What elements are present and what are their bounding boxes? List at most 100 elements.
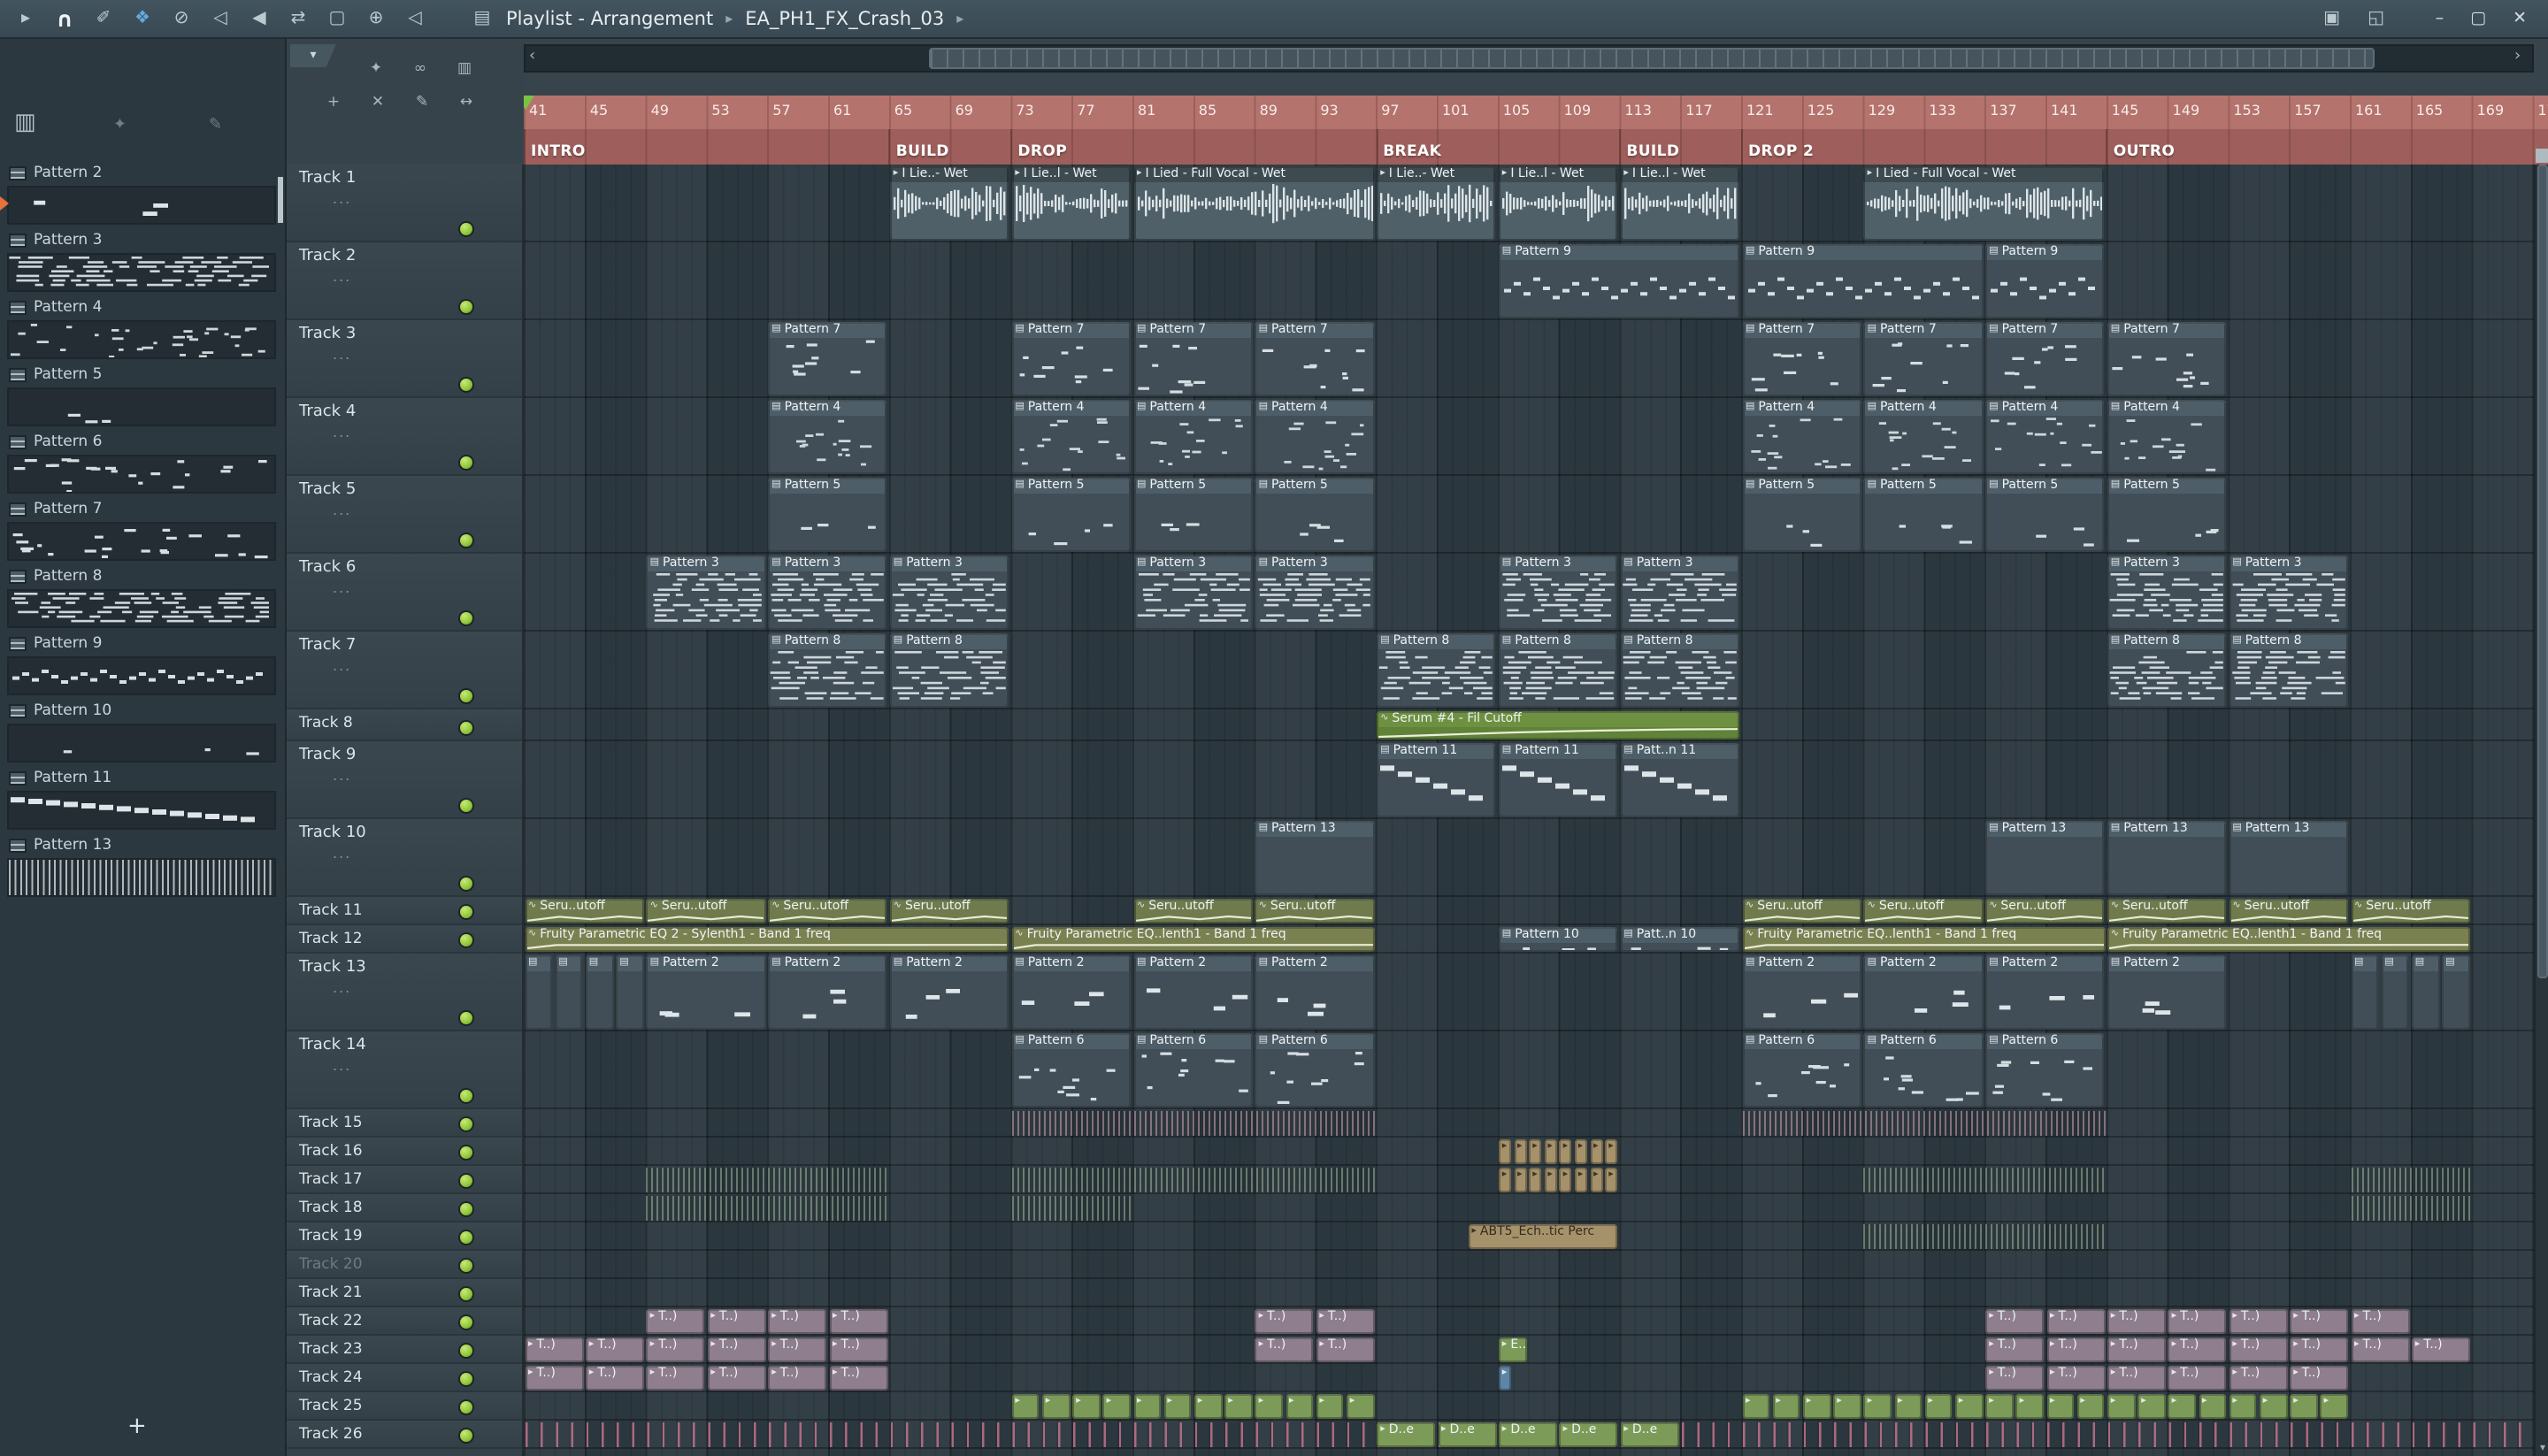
clip-pattern-2[interactable]: ▤ Pattern 2 (1863, 954, 1984, 1029)
track-header-14[interactable]: Track 14... (287, 1031, 522, 1109)
clip-tinyg[interactable]: ▸ (1255, 1393, 1284, 1418)
clip-pattern-4[interactable]: ▤ Pattern 4 (768, 399, 887, 473)
draw-tool-icon[interactable]: ✎ (400, 94, 444, 111)
clip-seru-utoff[interactable]: ∿ Seru..utoff (768, 898, 887, 923)
clip-t[interactable]: ▸ T..) (2351, 1308, 2409, 1333)
clip-pattern-13[interactable]: ▤ Pattern 13 (1255, 820, 1375, 894)
clip-pattern-2[interactable]: ▤ Pattern 2 (1133, 954, 1253, 1029)
clip-pattern-8[interactable]: ▤ Pattern 8 (889, 632, 1009, 707)
clip-tinyg[interactable]: ▸ (2168, 1393, 2197, 1418)
track-header-22[interactable]: Track 22 (287, 1307, 522, 1336)
clip-tinyg[interactable]: ▸ (1863, 1393, 1892, 1418)
clip-seru-utoff[interactable]: ∿ Seru..utoff (2107, 898, 2227, 923)
clip-tinyg[interactable]: ▸ (1286, 1393, 1314, 1418)
clip-tan[interactable]: ▸ (1514, 1167, 1527, 1192)
clip-t[interactable]: ▸ T..) (646, 1337, 705, 1361)
clip-t[interactable]: ▸ T..) (707, 1365, 766, 1390)
clip-seru-utoff[interactable]: ∿ Seru..utoff (1133, 898, 1253, 923)
clip-i-lie-l-wet[interactable]: ▸ I Lie..l - Wet (1498, 165, 1618, 240)
clip-tinyg[interactable]: ▸ (2320, 1393, 2349, 1418)
track-header-26[interactable]: Track 26 (287, 1421, 522, 1449)
maximize-button[interactable]: ▢ (2470, 9, 2486, 28)
clip-pattern-4[interactable]: ▤ Pattern 4 (1742, 399, 1861, 473)
scroll-right-arrow[interactable]: › (2514, 48, 2521, 65)
clip-t[interactable]: ▸ T..) (768, 1365, 827, 1390)
delete-tool-icon[interactable]: ✕ (356, 94, 400, 111)
track-header-6[interactable]: Track 6... (287, 554, 522, 632)
track-led[interactable] (460, 934, 472, 946)
clip-tinyg[interactable]: ▸ (1833, 1393, 1861, 1418)
track-header-24[interactable]: Track 24 (287, 1364, 522, 1392)
clip-pattern-3[interactable]: ▤ Pattern 3 (768, 555, 887, 629)
clip-tan[interactable]: ▸ (1544, 1138, 1557, 1163)
clip-pattern-3[interactable]: ▤ Pattern 3 (889, 555, 1009, 629)
track-led[interactable] (460, 906, 472, 918)
clip-tinyg[interactable]: ▸ (2259, 1393, 2288, 1418)
clip-i-lie-l-wet[interactable]: ▸ I Lie..l - Wet (1011, 165, 1132, 240)
clip-tinyg[interactable]: ▸ (1102, 1393, 1132, 1418)
clip-tinyg[interactable]: ▸ (1163, 1393, 1192, 1418)
playlist-grid[interactable]: ▸ I Lie..- Wet ▸ I Lie..l - Wet ▸ I Lied - Fu… (524, 165, 2534, 1456)
track-header-18[interactable]: Track 18 (287, 1194, 522, 1222)
track-led[interactable] (460, 1203, 472, 1215)
pattern-item-pattern-9[interactable]: Pattern 9 (0, 633, 287, 701)
clip-pt[interactable]: ▤ (555, 954, 583, 1029)
bars-icon[interactable]: ▥ (442, 60, 487, 78)
clip-stripeG[interactable] (2351, 1167, 2470, 1192)
clip-t[interactable]: ▸ T..) (2290, 1365, 2349, 1390)
clip-pattern-10[interactable]: ▤ Pattern 10 (1498, 926, 1618, 951)
clip-t[interactable]: ▸ T..) (2290, 1308, 2349, 1333)
track-header-8[interactable]: Track 8 (287, 709, 522, 741)
clip-tinyg[interactable]: ▸ (2229, 1393, 2257, 1418)
scroll-left-arrow[interactable]: ‹ (529, 48, 535, 65)
clip-pattern-4[interactable]: ▤ Pattern 4 (1255, 399, 1375, 473)
clip-pattern-8[interactable]: ▤ Pattern 8 (1377, 632, 1496, 707)
track-header-10[interactable]: Track 10... (287, 819, 522, 897)
clip-tan[interactable]: ▸ (1574, 1167, 1588, 1192)
mute-tool-icon[interactable]: ◁ (209, 9, 232, 28)
track-header-15[interactable]: Track 15 (287, 1109, 522, 1138)
clip-pattern-3[interactable]: ▤ Pattern 3 (1133, 555, 1253, 629)
clip-t[interactable]: ▸ T..) (2107, 1308, 2166, 1333)
clip-seru-utoff[interactable]: ∿ Seru..utoff (525, 898, 644, 923)
clip-stripeG[interactable] (646, 1167, 887, 1192)
clip-t[interactable]: ▸ T..) (2290, 1337, 2349, 1361)
track-header-23[interactable]: Track 23 (287, 1336, 522, 1364)
pattern-item-pattern-2[interactable]: Pattern 2 (0, 163, 287, 230)
clip-tinyg[interactable]: ▸ (2015, 1393, 2045, 1418)
slide-tool-icon[interactable]: ✐ (92, 9, 115, 28)
clip-pattern-7[interactable]: ▤ Pattern 7 (1011, 321, 1132, 395)
clip-i-lie-wet[interactable]: ▸ I Lie..- Wet (1377, 165, 1496, 240)
clip-pt[interactable]: ▤ (585, 954, 614, 1029)
clip-tan[interactable]: ▸ (1559, 1138, 1572, 1163)
clip-pt[interactable]: ▤ (525, 954, 553, 1029)
track-led[interactable] (460, 1429, 472, 1442)
clip-tinyg[interactable]: ▸ (1954, 1393, 1984, 1418)
clip-pattern-8[interactable]: ▤ Pattern 8 (2229, 632, 2349, 707)
clip-t[interactable]: ▸ T..) (1255, 1337, 1314, 1361)
clip-tan[interactable]: ▸ (1590, 1138, 1603, 1163)
track-led[interactable] (460, 1090, 472, 1102)
picker-scrollbar-thumb[interactable] (278, 177, 283, 223)
track-led[interactable] (460, 612, 472, 625)
pattern-item-pattern-11[interactable]: Pattern 11 (0, 768, 287, 835)
clip-tinyb[interactable]: ▸ (1498, 1365, 1512, 1390)
clip-pattern-9[interactable]: ▤ Pattern 9 (1985, 243, 2105, 318)
clip-pattern-7[interactable]: ▤ Pattern 7 (2107, 321, 2227, 395)
clip-t[interactable]: ▸ T..) (646, 1365, 705, 1390)
clip-fruity-parametric-eq-lenth1-band-1-freq[interactable]: ∿ Fruity Parametric EQ..lenth1 - Band 1 f… (1742, 926, 2105, 951)
clip-t[interactable]: ▸ T..) (768, 1308, 827, 1333)
clip-tan[interactable]: ▸ (1605, 1167, 1618, 1192)
clip-pattern-2[interactable]: ▤ Pattern 2 (1742, 954, 1861, 1029)
clip-tan[interactable]: ▸ (1574, 1138, 1588, 1163)
clip-tinyg[interactable]: ▸ (2290, 1393, 2318, 1418)
clip-seru-utoff[interactable]: ∿ Seru..utoff (646, 898, 766, 923)
clip-pattern-11[interactable]: ▤ Pattern 11 (1377, 742, 1496, 816)
clip-seru-utoff[interactable]: ∿ Seru..utoff (1255, 898, 1375, 923)
clip-d-e[interactable]: ▸ D..e (1498, 1422, 1557, 1446)
ruler-bar-numbers[interactable]: 41 45 49 53 57 61 65 69 73 77 81 85 89 93 97 101 105 109 1… (524, 96, 2548, 129)
clip-t[interactable]: ▸ T..) (2107, 1337, 2166, 1361)
link-icon[interactable]: ∞ (398, 60, 442, 78)
close-button[interactable]: ✕ (2513, 9, 2527, 28)
clip-t[interactable]: ▸ T..) (2229, 1337, 2288, 1361)
